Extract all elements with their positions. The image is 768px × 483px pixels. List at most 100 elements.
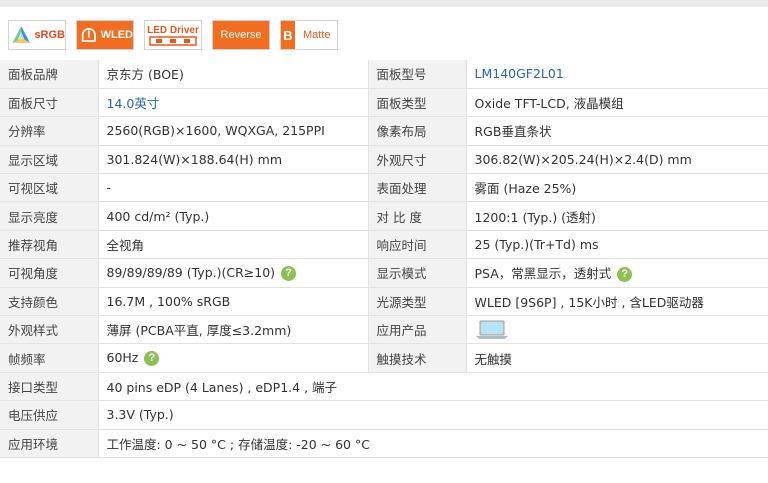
spec-value[interactable]: LM140GF2L01	[466, 60, 768, 89]
spec-value[interactable]: 14.0英寸	[98, 88, 368, 118]
spec-value: 雾面 (Haze 25%)	[466, 173, 768, 203]
wled-label: WLED	[100, 29, 133, 41]
spec-value-text: 无触摸	[474, 351, 513, 367]
spec-value-text: 40 pins eDP (4 Lanes) , eDP1.4 , 端子	[106, 379, 338, 395]
srgb-badge: sRGB	[8, 20, 66, 50]
laptop-icon[interactable]	[475, 319, 509, 341]
spec-label: 触摸技术	[367, 343, 467, 373]
spec-label-text: 显示亮度	[8, 209, 59, 225]
table-row: 可视区域 - 表面处理 雾面 (Haze 25%)	[0, 173, 768, 203]
spec-value: 301.824(W)×188.64(H) mm	[98, 145, 368, 175]
spec-label: 显示区域	[0, 145, 99, 175]
spec-value-text: 雾面 (Haze 25%)	[474, 181, 577, 197]
spec-label-text: 显示模式	[376, 266, 427, 282]
color-gamut-icon	[12, 26, 30, 43]
spec-label: 应用产品	[367, 315, 467, 345]
spec-label: 表面处理	[367, 173, 467, 203]
spec-value: 薄屏 (PCBA平直, 厚度≤3.2mm)	[98, 315, 368, 345]
spec-label-text: 外观样式	[8, 323, 59, 339]
spec-value: Oxide TFT-LCD, 液晶模组	[466, 88, 768, 118]
spec-value: PSA，常黑显示，透射式?	[466, 258, 768, 288]
spec-value: 3.3V (Typ.)	[98, 400, 768, 430]
spec-label-text: 显示区域	[8, 152, 59, 168]
spec-label-text: 推荐视角	[8, 238, 59, 254]
spec-label: 支持颜色	[0, 287, 99, 317]
spec-value-text: 全视角	[106, 238, 145, 254]
spec-value: WLED [9S6P] , 15K小时 , 含LED驱动器	[466, 287, 768, 317]
spec-value: 25 (Typ.)(Tr+Td) ms	[466, 230, 768, 260]
reverse-badge: Reverse	[212, 20, 270, 50]
table-row: 应用环境 工作温度: 0 ~ 50 °C ; 存储温度: -20 ~ 60 °C	[0, 429, 768, 458]
spec-label: 对 比 度	[367, 201, 467, 231]
matte-label: Matte	[303, 29, 331, 41]
spec-value-text: 京东方 (BOE)	[106, 67, 184, 83]
spec-label-text: 面板型号	[376, 67, 427, 83]
spec-value-text: 16.7M , 100% sRGB	[106, 293, 231, 309]
spec-label-text: 面板类型	[376, 96, 427, 112]
spec-value: 89/89/89/89 (Typ.)(CR≥10)?	[98, 258, 368, 288]
spec-value-text: 工作温度: 0 ~ 50 °C ; 存储温度: -20 ~ 60 °C	[106, 436, 370, 452]
spec-label-text: 可视区域	[8, 181, 59, 197]
spec-value-text: PSA，常黑显示，透射式	[474, 266, 612, 282]
spec-label-text: 表面处理	[376, 181, 427, 197]
top-divider	[0, 0, 768, 7]
table-row: 分辨率 2560(RGB)×1600, WQXGA, 215PPI 像素布局 RGB垂…	[0, 116, 768, 146]
spec-value: -	[98, 173, 368, 203]
spec-label: 响应时间	[367, 230, 467, 260]
spec-label-text: 分辨率	[8, 124, 46, 140]
spec-table: 面板品牌 京东方 (BOE) 面板型号 LM140GF2L01 面板尺寸 14.0英寸 面板…	[0, 60, 768, 458]
spec-label-text: 面板尺寸	[8, 96, 59, 112]
spec-label: 应用环境	[0, 429, 99, 458]
spec-value: 306.82(W)×205.24(H)×2.4(D) mm	[466, 145, 768, 175]
table-row: 电压供应 3.3V (Typ.)	[0, 400, 768, 430]
led-driver-badge: LED Driver	[144, 20, 202, 50]
spec-label: 外观样式	[0, 315, 99, 345]
spec-label-text: 应用环境	[8, 436, 59, 452]
spec-label: 帧频率	[0, 343, 99, 373]
spec-value: 工作温度: 0 ~ 50 °C ; 存储温度: -20 ~ 60 °C	[98, 429, 768, 458]
spec-value-text: Oxide TFT-LCD, 液晶模组	[474, 96, 624, 112]
table-row: 推荐视角 全视角 响应时间 25 (Typ.)(Tr+Td) ms	[0, 230, 768, 260]
spec-label-text: 可视角度	[8, 266, 59, 282]
spec-label: 显示亮度	[0, 201, 99, 231]
srgb-label: sRGB	[34, 29, 65, 41]
spec-value: 无触摸	[466, 343, 768, 373]
help-icon[interactable]: ?	[144, 351, 160, 367]
spec-label-text: 帧频率	[8, 351, 46, 367]
spec-value-text: RGB垂直条状	[474, 124, 552, 140]
spec-label-text: 对 比 度	[376, 209, 422, 225]
spec-label: 接口类型	[0, 372, 99, 402]
help-icon[interactable]: ?	[617, 267, 633, 283]
spec-value: 16.7M , 100% sRGB	[98, 287, 368, 317]
reverse-label: Reverse	[220, 29, 262, 41]
spec-label: 可视角度	[0, 258, 99, 288]
spec-value: 1200:1 (Typ.) (透射)	[466, 201, 768, 231]
spec-label: 面板型号	[367, 60, 467, 89]
spec-value	[466, 315, 768, 345]
table-row: 帧频率 60Hz? 触摸技术 无触摸	[0, 343, 768, 373]
spec-value-text: 2560(RGB)×1600, WQXGA, 215PPI	[106, 123, 325, 139]
table-row: 显示亮度 400 cd/m² (Typ.) 对 比 度 1200:1 (Typ.) (…	[0, 201, 768, 231]
spec-value: 60Hz?	[98, 343, 368, 373]
spec-value-text[interactable]: LM140GF2L01	[475, 66, 564, 81]
driver-board-icon	[149, 35, 197, 46]
spec-label: 显示模式	[367, 258, 467, 288]
spec-value: 京东方 (BOE)	[98, 60, 368, 89]
wled-badge: WLED	[76, 20, 134, 50]
matte-letter: B	[281, 21, 295, 49]
spec-value: 400 cd/m² (Typ.)	[98, 201, 368, 231]
spec-label-text: 响应时间	[376, 238, 427, 254]
spec-value: RGB垂直条状	[466, 116, 768, 146]
table-row: 支持颜色 16.7M , 100% sRGB 光源类型 WLED [9S6P] , 1…	[0, 287, 768, 317]
table-row: 显示区域 301.824(W)×188.64(H) mm 外观尺寸 306.82(W)…	[0, 145, 768, 175]
led-driver-label: LED Driver	[147, 24, 199, 36]
table-row: 面板品牌 京东方 (BOE) 面板型号 LM140GF2L01	[0, 60, 768, 89]
spec-value-text[interactable]: 14.0英寸	[107, 96, 160, 111]
table-row: 外观样式 薄屏 (PCBA平直, 厚度≤3.2mm) 应用产品	[0, 315, 768, 345]
spec-value-text: WLED [9S6P] , 15K小时 , 含LED驱动器	[474, 294, 704, 310]
spec-label-text: 外观尺寸	[376, 152, 427, 168]
spec-label: 面板品牌	[0, 60, 99, 89]
help-icon[interactable]: ?	[281, 265, 297, 281]
matte-badge: B Matte	[280, 20, 338, 50]
spec-label: 面板类型	[367, 88, 467, 118]
